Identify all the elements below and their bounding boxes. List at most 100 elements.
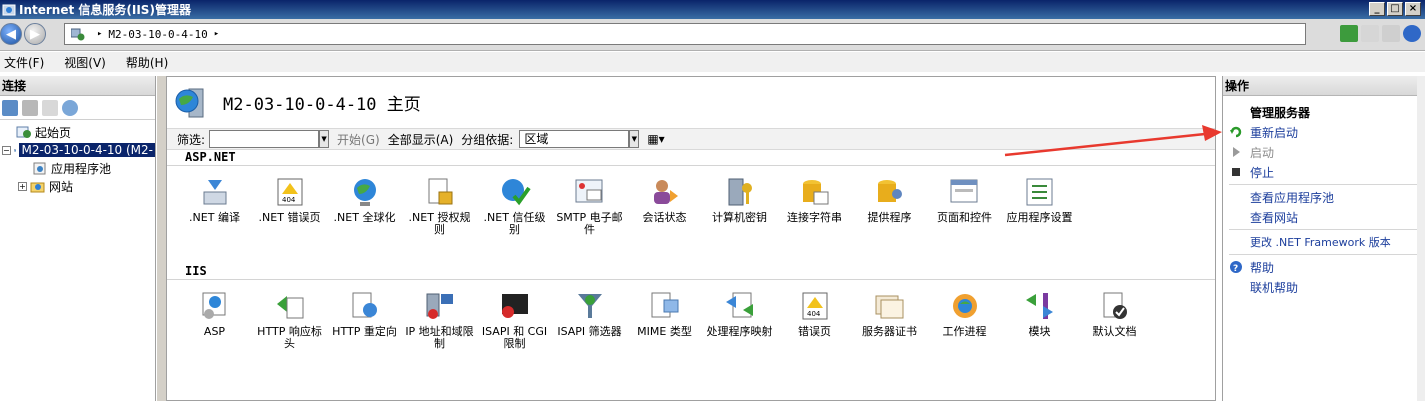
save-icon[interactable] [22, 99, 38, 116]
feature-isapi-filters[interactable]: ISAPI 筛选器 [552, 280, 627, 378]
connection-string-icon [802, 180, 828, 205]
start-icon [1233, 147, 1240, 157]
expand-toggle[interactable]: + [18, 181, 27, 191]
feature-handler-mappings[interactable]: 处理程序映射 [702, 280, 777, 378]
feature-isapi-cgi-restrictions[interactable]: ISAPI 和 CGI 限制 [477, 280, 552, 378]
help-action[interactable]: ? 帮助 [1223, 257, 1425, 277]
page-header: M2-03-10-0-4-10 主页 [167, 77, 1215, 128]
address-bar: ◀ ▶ ▸ M2-03-10-0-4-10 ▸ [0, 19, 1425, 51]
feature-modules[interactable]: 模块 [1002, 280, 1077, 378]
stop-action[interactable]: 停止 [1223, 162, 1425, 182]
feature-net-error-pages[interactable]: 404 .NET 错误页 [252, 166, 327, 264]
show-all-button[interactable]: 全部显示(A) [388, 131, 454, 148]
tree-label: 网站 [49, 179, 74, 194]
feature-net-trust-levels[interactable]: .NET 信任级别 [477, 166, 552, 264]
feature-smtp-email[interactable]: SMTP 电子邮件 [552, 166, 627, 264]
feature-net-authorization[interactable]: .NET 授权规则 [402, 166, 477, 264]
up-icon[interactable] [42, 99, 58, 116]
splitter[interactable] [157, 76, 166, 401]
feature-label: HTTP 响应标头 [257, 325, 322, 350]
feature-label: 计算机密钥 [712, 211, 767, 224]
tree-item-sites[interactable]: + 网站 [0, 177, 155, 195]
connections-header: 连接 [0, 76, 155, 96]
address-field[interactable]: ▸ M2-03-10-0-4-10 ▸ [64, 23, 1306, 45]
feature-http-redirect[interactable]: HTTP 重定向 [327, 280, 402, 378]
feature-connection-strings[interactable]: 连接字符串 [777, 166, 852, 264]
server-icon [13, 148, 17, 152]
features-view: M2-03-10-0-4-10 主页 筛选: ▼ 开始(G) 全部显示(A) 分… [166, 76, 1216, 401]
restart-icon [1230, 126, 1242, 138]
feature-net-compilation[interactable]: .NET 编译 [177, 166, 252, 264]
feature-providers[interactable]: 提供程序 [852, 166, 927, 264]
asp-icon [202, 292, 225, 319]
tree-item-start-page[interactable]: 起始页 [0, 123, 155, 141]
stop-icon [1232, 168, 1240, 176]
feature-machine-key[interactable]: 计算机密钥 [702, 166, 777, 264]
feature-pages-controls[interactable]: 页面和控件 [927, 166, 1002, 264]
feature-server-certificates[interactable]: 服务器证书 [852, 280, 927, 378]
disconnect-icon[interactable] [62, 99, 78, 116]
svg-text:?: ? [1233, 264, 1238, 274]
section-iis: IIS [167, 264, 1215, 280]
view-app-pools-action[interactable]: 查看应用程序池 [1223, 187, 1425, 207]
feature-label: 默认文档 [1092, 325, 1137, 338]
server-globe-icon [175, 88, 204, 117]
view-sites-action[interactable]: 查看网站 [1223, 207, 1425, 227]
handler-mappings-icon [725, 292, 753, 318]
feature-ip-domain-restrictions[interactable]: IP 地址和域限制 [402, 280, 477, 378]
menu-view[interactable]: 视图(V) [64, 54, 106, 71]
aspnet-features: .NET 编译 404 .NET 错误页 .NET 全球化 .NET 授权规则 .… [167, 166, 1215, 264]
connect-icon[interactable] [2, 99, 18, 116]
view-mode-icon[interactable]: ▦▾ [647, 132, 664, 146]
home-icon[interactable] [1382, 25, 1400, 42]
tree-item-app-pools[interactable]: 应用程序池 [0, 159, 155, 177]
start-filter-button[interactable]: 开始(G) [337, 131, 380, 148]
tree-item-server[interactable]: − M2-03-10-0-4-10 (M2- [0, 141, 155, 159]
feature-error-pages[interactable]: 404 错误页 [777, 280, 852, 378]
stop-icon[interactable] [1361, 25, 1379, 42]
feature-worker-processes[interactable]: 工作进程 [927, 280, 1002, 378]
maximize-button[interactable]: □ [1387, 2, 1403, 16]
machine-key-icon [728, 178, 752, 206]
group-dropdown-icon[interactable]: ▼ [629, 130, 640, 148]
feature-session-state[interactable]: 会话状态 [627, 166, 702, 264]
http-headers-icon [276, 296, 303, 319]
actions-header: 操作 [1223, 76, 1425, 96]
tree-label: M2-03-10-0-4-10 (M2- [19, 143, 155, 157]
actions-scrollbar[interactable] [1417, 76, 1425, 401]
feature-default-document[interactable]: 默认文档 [1077, 280, 1152, 378]
filter-dropdown-icon[interactable]: ▼ [319, 130, 330, 148]
change-framework-action[interactable]: 更改 .NET Framework 版本 [1223, 232, 1425, 252]
feature-asp[interactable]: ASP [177, 280, 252, 378]
feature-mime-types[interactable]: MIME 类型 [627, 280, 702, 378]
close-button[interactable]: × [1405, 2, 1421, 16]
group-by-select[interactable]: 区域 [519, 130, 630, 148]
online-help-action[interactable]: 联机帮助 [1223, 277, 1425, 297]
menu-file[interactable]: 文件(F) [4, 54, 44, 71]
back-button[interactable]: ◀ [0, 23, 22, 45]
collapse-toggle[interactable]: − [2, 145, 11, 155]
minimize-button[interactable]: _ [1369, 2, 1385, 16]
feature-net-globalization[interactable]: .NET 全球化 [327, 166, 402, 264]
menu-bar: 文件(F) 视图(V) 帮助(H) [0, 52, 1425, 72]
forward-button[interactable]: ▶ [24, 23, 46, 45]
svg-text:404: 404 [282, 196, 296, 204]
modules-icon [1025, 293, 1053, 319]
start-page-icon [16, 126, 31, 138]
help-icon[interactable] [1403, 25, 1421, 42]
menu-help[interactable]: 帮助(H) [126, 54, 168, 71]
restart-action[interactable]: 重新启动 [1223, 122, 1425, 142]
globalization-icon [353, 179, 376, 206]
feature-label: ISAPI 筛选器 [557, 325, 622, 338]
app-pool-icon [33, 162, 46, 174]
start-action[interactable]: 启动 [1223, 142, 1425, 162]
feature-app-settings[interactable]: 应用程序设置 [1002, 166, 1077, 264]
feature-http-response-headers[interactable]: HTTP 响应标头 [252, 280, 327, 378]
action-label: 重新启动 [1250, 125, 1299, 140]
feature-label: 页面和控件 [937, 211, 992, 224]
filter-label: 筛选: [177, 132, 206, 147]
filter-input[interactable] [209, 130, 320, 148]
action-label: 联机帮助 [1250, 280, 1299, 295]
breadcrumb-server[interactable]: M2-03-10-0-4-10 [108, 28, 207, 41]
refresh-icon[interactable] [1340, 25, 1358, 42]
